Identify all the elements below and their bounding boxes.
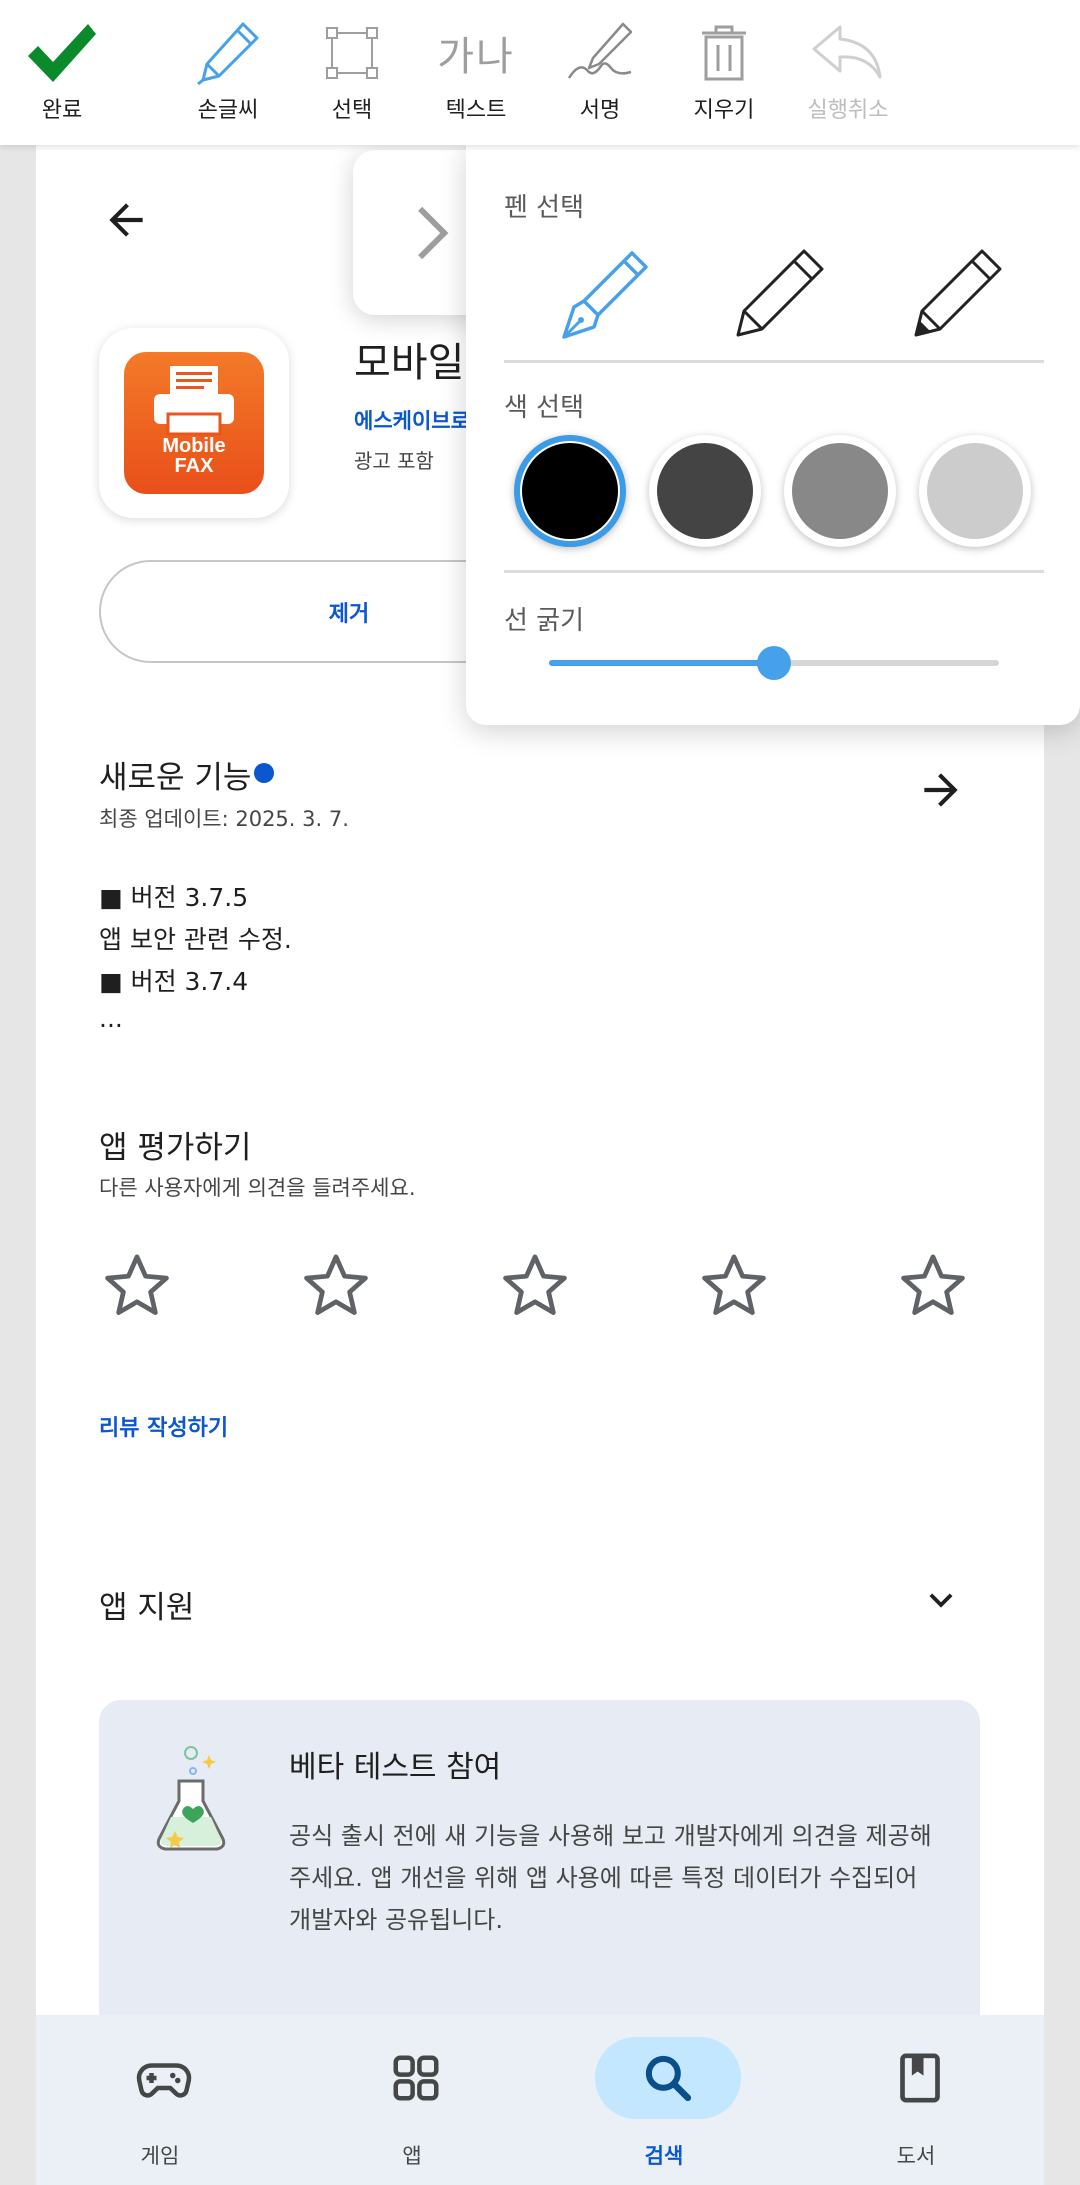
beta-test-description: 공식 출시 전에 새 기능을 사용해 보고 개발자에게 의견을 제공해 주세요.…: [289, 1822, 932, 1934]
search-icon: [645, 2055, 692, 2102]
release-note-line: ...: [99, 1004, 123, 1033]
app-title: 모바일: [354, 340, 465, 386]
thickness-slider-fill: [549, 660, 774, 666]
star-icon: [105, 1254, 169, 1315]
color-swatch-fill: [792, 443, 888, 539]
app-icon: Mobile FAX: [99, 328, 289, 518]
tool-label: 완료: [41, 98, 83, 123]
handwriting-tool[interactable]: 손글씨: [168, 0, 288, 145]
apps-grid-icon: [393, 2055, 439, 2101]
thickness-label: 선 굵기: [504, 606, 585, 636]
ads-notice: 광고 포함: [354, 449, 434, 473]
app-support-title: 앱 지원: [99, 1590, 195, 1626]
pen-icon: [197, 22, 259, 86]
whats-new-title: 새로운 기능: [99, 760, 252, 796]
star-rating: [99, 1248, 999, 1328]
nav-label: 게임: [140, 2144, 180, 2168]
rating-star[interactable]: [497, 1248, 573, 1328]
rating-star[interactable]: [696, 1248, 772, 1328]
release-note-line: 앱 보안 관련 수정.: [99, 925, 292, 954]
pen-select-label: 펜 선택: [504, 193, 585, 223]
new-indicator-dot: [254, 763, 274, 783]
divider: [504, 570, 1044, 573]
bottom-navigation: 게임 앱 검색 도서: [36, 2015, 1044, 2185]
nav-item-books[interactable]: 도서: [816, 2015, 1016, 2185]
chevron-right-icon: [418, 206, 449, 259]
thickness-slider[interactable]: [549, 646, 999, 680]
star-icon: [304, 1254, 368, 1315]
pen-options-panel: 펜 선택 색 선택 선 굵기: [466, 145, 1080, 725]
color-swatch[interactable]: [919, 435, 1031, 547]
tool-label: 서명: [579, 98, 621, 123]
release-note-line: ■ 버전 3.7.4: [99, 967, 249, 996]
color-select-label: 색 선택: [504, 393, 585, 423]
tool-label: 손글씨: [197, 98, 259, 123]
done-button[interactable]: 완료: [2, 0, 122, 145]
icon-text-mobile: Mobile: [162, 435, 226, 457]
selection-icon: [326, 27, 378, 79]
whats-new-arrow-button[interactable]: [906, 760, 976, 820]
trash-icon: [702, 25, 746, 81]
nav-label: 앱: [402, 2144, 422, 2168]
chevron-down-icon: [929, 1593, 953, 1608]
arrow-left-icon: [109, 203, 143, 237]
erase-tool[interactable]: 지우기: [664, 0, 784, 145]
rate-app-title: 앱 평가하기: [99, 1130, 252, 1166]
color-swatch[interactable]: [649, 435, 761, 547]
rate-app-subtitle: 다른 사용자에게 의견을 들려주세요.: [99, 1176, 416, 1200]
marker-icon: [914, 249, 1002, 337]
select-tool[interactable]: 선택: [292, 0, 412, 145]
icon-text-fax: FAX: [174, 455, 214, 477]
arrow-right-icon: [924, 773, 958, 807]
write-review-link[interactable]: 리뷰 작성하기: [99, 1410, 228, 1442]
beta-test-title: 베타 테스트 참여: [289, 1750, 502, 1785]
pencil-icon: [736, 249, 824, 337]
pencil-option[interactable]: [718, 240, 838, 350]
undo-button[interactable]: 실행취소: [788, 0, 908, 145]
tool-label: 선택: [331, 98, 373, 123]
color-swatch-fill: [927, 443, 1023, 539]
nav-item-search[interactable]: 검색: [564, 2015, 764, 2185]
signature-icon: [567, 22, 633, 79]
printer-icon: [154, 366, 234, 436]
nav-item-games[interactable]: 게임: [60, 2015, 260, 2185]
rating-star[interactable]: [99, 1248, 175, 1328]
marker-option[interactable]: [896, 240, 1016, 350]
rating-star[interactable]: [298, 1248, 374, 1328]
fountain-pen-icon: [562, 251, 648, 339]
tool-label: 실행취소: [807, 98, 889, 123]
app-support-expand-button[interactable]: [906, 1570, 976, 1630]
divider: [504, 360, 1044, 363]
color-swatch-fill: [522, 443, 618, 539]
text-tool[interactable]: 가나 텍스트: [416, 0, 536, 145]
back-button[interactable]: [86, 185, 166, 255]
thickness-slider-thumb[interactable]: [757, 646, 791, 680]
fountain-pen-option[interactable]: [544, 240, 664, 350]
color-swatch-fill: [657, 443, 753, 539]
tool-label: 텍스트: [445, 98, 507, 123]
color-swatch[interactable]: [784, 435, 896, 547]
annotation-toolbar: 완료 손글씨 선택 가나 텍스트 서명 지우기 실행취소: [0, 0, 1080, 145]
book-icon: [900, 2053, 940, 2103]
tool-label: 지우기: [693, 98, 755, 123]
text-icon: 가나: [437, 34, 515, 80]
nav-label: 도서: [896, 2144, 936, 2168]
star-icon: [702, 1254, 766, 1315]
signature-tool[interactable]: 서명: [540, 0, 660, 145]
star-icon: [503, 1254, 567, 1315]
rating-star[interactable]: [895, 1248, 971, 1328]
checkmark-icon: [28, 24, 96, 82]
gamepad-icon: [136, 2063, 192, 2098]
last-updated: 최종 업데이트: 2025. 3. 7.: [99, 807, 349, 831]
nav-item-apps[interactable]: 앱: [312, 2015, 512, 2185]
release-note-line: ■ 버전 3.7.5: [99, 883, 249, 912]
developer-link[interactable]: 에스케이브로: [354, 405, 470, 435]
star-icon: [901, 1254, 965, 1315]
nav-label: 검색: [644, 2144, 684, 2168]
undo-icon: [812, 25, 882, 79]
remove-button-label: 제거: [328, 601, 370, 627]
color-swatch[interactable]: [514, 435, 626, 547]
flask-icon: [156, 1746, 226, 1851]
